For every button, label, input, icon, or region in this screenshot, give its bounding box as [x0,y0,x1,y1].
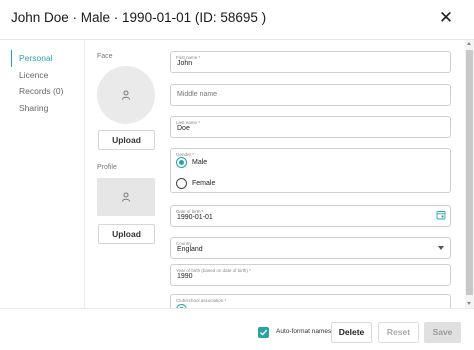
date-of-birth-value: 1990-01-01 [177,214,213,221]
scroll-down-icon[interactable] [467,302,471,305]
first-name-value: John [177,60,193,67]
last-name-value: Doe [177,125,190,132]
gender-female-radio[interactable] [176,178,187,189]
nav-item-personal[interactable]: Personal [11,50,83,67]
save-button[interactable]: Save [424,322,461,343]
nav-item-licence[interactable]: Licence [11,67,83,84]
year-of-birth-field[interactable]: Year of birth (based on date of birth) *… [170,264,451,286]
calendar-icon[interactable] [436,210,446,220]
country-value: England [177,246,203,253]
gender-label: Gender * [176,152,195,157]
delete-button[interactable]: Delete [331,322,372,343]
section-nav: Personal Licence Records (0) Sharing [11,50,83,116]
autoformat-label: Auto-format names [276,328,332,335]
upload-profile-button[interactable]: Upload [98,224,155,244]
nav-item-records[interactable]: Records (0) [11,83,83,100]
close-icon[interactable]: ✕ [438,8,454,28]
dialog-title: John Doe · Male · 1990-01-01 (ID: 58695 … [11,10,267,25]
first-name-field[interactable]: First name * John [170,51,451,73]
last-name-field[interactable]: Last name * Doe [170,116,451,138]
middle-name-placeholder: Middle name [177,91,218,98]
autoformat-checkbox[interactable] [258,327,269,338]
dialog-footer: Auto-format names Delete Reset Save [0,308,474,350]
profile-label: Profile [97,164,117,171]
check-icon [260,329,268,336]
gender-female-label: Female [192,180,216,187]
reset-button[interactable]: Reset [378,322,419,343]
person-icon [122,90,130,100]
scroll-thumb[interactable] [466,50,473,295]
club-association-field[interactable]: Club/school association * [170,294,451,308]
club-association-label: Club/school association * [176,298,227,303]
year-of-birth-value: 1990 [177,273,193,280]
gender-group: Gender * Male Female [170,148,451,193]
country-select[interactable]: Country England [170,237,451,259]
face-placeholder [97,66,155,124]
person-icon [122,192,130,202]
nav-item-sharing[interactable]: Sharing [11,100,83,117]
upload-face-button[interactable]: Upload [98,130,155,150]
face-label: Face [97,53,113,60]
profile-placeholder [97,178,155,216]
dialog-header: John Doe · Male · 1990-01-01 (ID: 58695 … [0,0,474,40]
gender-male-label: Male [192,159,208,166]
personal-form: First name * John Middle name Last name … [170,40,458,308]
middle-name-field[interactable]: Middle name [170,84,451,106]
nav-divider [84,40,85,308]
form-scrollbar[interactable] [465,40,474,308]
gender-male-radio[interactable] [176,157,187,168]
caret-down-icon[interactable] [438,246,444,250]
date-of-birth-field[interactable]: Date of birth * 1990-01-01 [170,205,451,227]
scroll-up-icon[interactable] [467,42,471,45]
